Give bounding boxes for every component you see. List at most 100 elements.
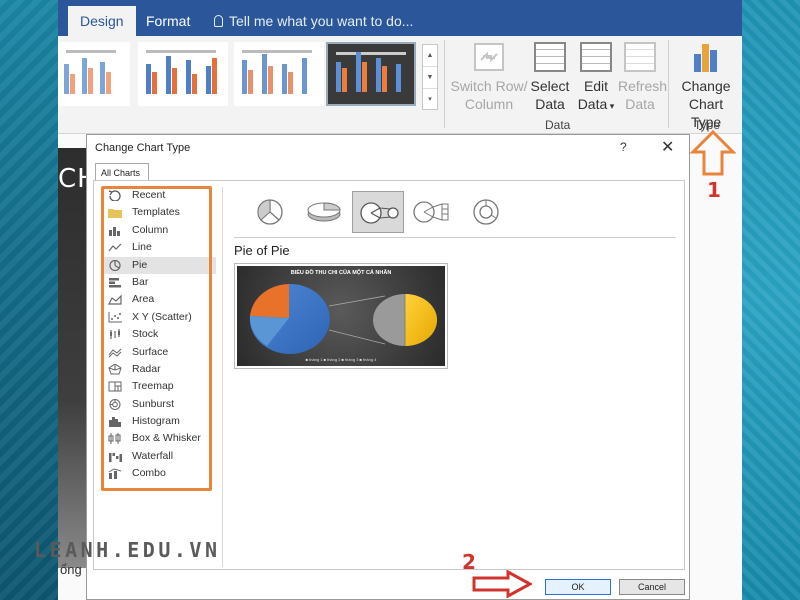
ok-button[interactable]: OK: [545, 579, 611, 595]
gallery-scroll[interactable]: ▲ ▼ ▾: [422, 44, 438, 110]
select-data-button[interactable]: Select Data: [530, 42, 570, 113]
chart-style-thumb-4-selected[interactable]: [326, 42, 416, 106]
annotation-arrow-right-icon: [472, 570, 532, 598]
switch-row-column-icon: [473, 42, 505, 72]
histogram-chart-icon: [109, 417, 121, 428]
cancel-button[interactable]: Cancel: [619, 579, 685, 595]
tab-format[interactable]: Format: [134, 6, 202, 36]
background-left-panel: [0, 0, 58, 600]
chart-preview[interactable]: BIỂU ĐỒ THU CHI CỦA MỘT CÁ NHÂN ■ tháng …: [234, 263, 448, 369]
pie-chart-icon: [109, 259, 121, 271]
scatter-chart-icon: [108, 311, 122, 323]
gallery-up-icon[interactable]: ▲: [423, 45, 437, 67]
chart-type-list: Recent Templates Column Line Pie Bar Are…: [102, 187, 216, 487]
tab-all-charts[interactable]: All Charts: [95, 163, 149, 181]
chart-type-histogram[interactable]: Histogram: [102, 413, 216, 430]
chart-style-thumb-1[interactable]: [58, 42, 130, 106]
chart-type-label: X Y (Scatter): [132, 310, 192, 323]
chart-type-area[interactable]: Area: [102, 291, 216, 308]
annotation-arrow-up-icon: [690, 130, 736, 176]
annotation-step-2: 2: [462, 550, 476, 574]
chart-style-thumb-2[interactable]: [138, 42, 228, 106]
box-whisker-chart-icon: [108, 433, 121, 445]
chart-type-label: Histogram: [132, 415, 180, 428]
chart-type-combo[interactable]: Combo: [102, 465, 216, 482]
ribbon-tab-bar: Design Format Tell me what you want to d…: [58, 0, 742, 36]
select-data-label-2: Data: [535, 96, 565, 112]
chart-type-label: Box & Whisker: [132, 432, 201, 445]
subtype-separator: [234, 237, 676, 238]
subtype-pie[interactable]: [244, 191, 296, 233]
line-chart-icon: [108, 243, 122, 252]
close-icon[interactable]: ✕: [661, 137, 674, 157]
background-right-panel: [742, 0, 800, 600]
chart-type-sunburst[interactable]: Sunburst: [102, 396, 216, 413]
select-data-label-1: Select: [530, 78, 570, 94]
subtype-3d-pie[interactable]: [298, 191, 350, 233]
edit-data-button[interactable]: Edit Data ▾: [574, 42, 618, 115]
gallery-more-icon[interactable]: ▾: [423, 89, 437, 111]
gallery-down-icon[interactable]: ▼: [423, 67, 437, 89]
bar-of-pie-icon: [413, 201, 449, 223]
chart-type-templates[interactable]: Templates: [102, 204, 216, 221]
subtype-doughnut[interactable]: [460, 191, 512, 233]
refresh-data-label-1: Refresh: [618, 78, 668, 94]
edit-data-label-1: Edit: [583, 78, 609, 94]
chart-type-pie[interactable]: Pie: [102, 256, 216, 274]
switch-row-column-button[interactable]: Switch Row/ Column: [450, 42, 528, 113]
chart-type-stock[interactable]: Stock: [102, 326, 216, 343]
doughnut-icon: [473, 199, 499, 225]
dialog-title: Change Chart Type: [95, 142, 191, 154]
switch-row-label-2: Column: [464, 96, 514, 112]
column-chart-icon: [109, 226, 120, 236]
recent-icon: [108, 190, 121, 201]
select-data-icon: [534, 42, 566, 72]
help-icon[interactable]: ?: [620, 140, 627, 154]
selected-subtype-name: Pie of Pie: [234, 243, 290, 258]
subtype-pie-of-pie[interactable]: [352, 191, 404, 233]
chart-style-thumb-3[interactable]: [234, 42, 324, 106]
chart-type-bar[interactable]: Bar: [102, 274, 216, 291]
waterfall-chart-icon: [109, 452, 122, 462]
stock-chart-icon: [110, 329, 120, 340]
refresh-data-button[interactable]: Refresh Data: [618, 42, 668, 113]
dialog-tabs: All Charts: [93, 163, 685, 181]
switch-row-label-1: Switch Row/: [450, 78, 528, 94]
tab-design[interactable]: Design: [68, 6, 136, 36]
chart-type-label: Line: [132, 241, 152, 254]
treemap-chart-icon: [108, 381, 122, 392]
chart-type-radar[interactable]: Radar: [102, 361, 216, 378]
area-chart-icon: [108, 294, 122, 305]
tell-me-search[interactable]: Tell me what you want to do...: [214, 13, 413, 29]
pie-of-pie-icon: [360, 202, 399, 224]
chart-type-treemap[interactable]: Treemap: [102, 378, 216, 395]
edit-data-icon: [580, 42, 612, 72]
chart-type-label: Sunburst: [132, 397, 175, 410]
chart-type-line[interactable]: Line: [102, 239, 216, 256]
radar-chart-icon: [108, 363, 122, 375]
bar-chart-icon: [109, 277, 121, 288]
chart-type-box-whisker[interactable]: Box & Whisker: [102, 430, 216, 447]
sunburst-chart-icon: [109, 398, 121, 410]
chart-type-label: Area: [132, 293, 155, 306]
chevron-down-icon: ▾: [607, 101, 615, 111]
ribbon: ▲ ▼ ▾ Switch Row/ Column Select Data Edi…: [58, 36, 742, 134]
chart-type-surface[interactable]: Surface: [102, 344, 216, 361]
refresh-data-label-2: Data: [625, 96, 655, 112]
annotation-step-1: 1: [707, 178, 721, 202]
chart-type-label: Column: [132, 223, 169, 236]
chart-type-label: Recent: [132, 189, 166, 201]
data-group-label: Data: [545, 118, 571, 132]
chart-type-label: Templates: [132, 206, 180, 219]
subtype-bar-of-pie[interactable]: [406, 191, 458, 233]
pie-icon: [257, 199, 283, 225]
chart-type-column[interactable]: Column: [102, 222, 216, 239]
document-text-fragment: ổng: [60, 562, 82, 577]
preview-legend: ■ tháng 1 ■ tháng 2 ■ tháng 3 ■ tháng 4: [305, 357, 377, 362]
dialog-body: Recent Templates Column Line Pie Bar Are…: [93, 180, 685, 570]
chart-type-recent[interactable]: Recent: [102, 187, 216, 204]
chart-type-scatter[interactable]: X Y (Scatter): [102, 309, 216, 326]
chart-type-waterfall[interactable]: Waterfall: [102, 448, 216, 465]
ribbon-separator: [444, 40, 445, 128]
chart-type-label: Waterfall: [132, 449, 174, 462]
